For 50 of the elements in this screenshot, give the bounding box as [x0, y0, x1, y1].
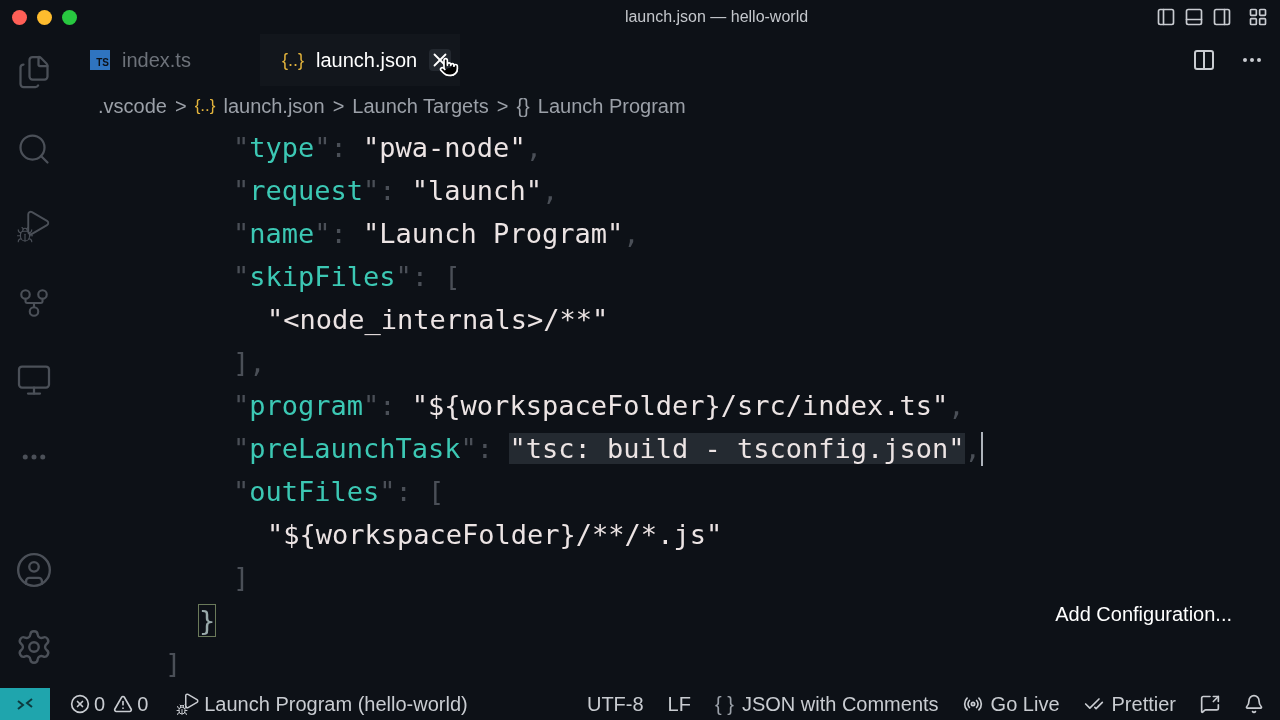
editor-tab[interactable]: TS index.ts — [68, 34, 260, 86]
prettier-button[interactable]: Prettier — [1111, 689, 1176, 719]
status-item[interactable]: LF — [667, 689, 691, 719]
add-configuration-button[interactable]: Add Configuration... — [1055, 593, 1232, 636]
split-editor-icon[interactable] — [1192, 48, 1216, 72]
code-line: } — [199, 604, 216, 638]
minimize-window-button[interactable] — [37, 9, 52, 25]
breadcrumb-separator: > — [174, 94, 187, 119]
toggle-secondary-sidebar-icon[interactable] — [1212, 7, 1232, 27]
broadcast-icon[interactable] — [962, 694, 983, 714]
error-icon[interactable] — [70, 694, 90, 714]
run-debug-icon[interactable] — [176, 692, 201, 716]
code-line: ], — [233, 346, 266, 380]
feedback-icon[interactable] — [1200, 694, 1220, 714]
breadcrumb-item[interactable]: {..} launch.json — [194, 91, 325, 121]
hand-pointer-icon — [439, 57, 460, 77]
remote-button[interactable] — [0, 688, 50, 720]
breadcrumb-separator: > — [332, 94, 345, 119]
code-line: ] — [165, 647, 182, 681]
layout-icon[interactable] — [1248, 7, 1268, 27]
toggle-panel-icon[interactable] — [1184, 7, 1204, 27]
code-line: "<node_internals>/**" — [267, 303, 609, 337]
bell-icon[interactable] — [1244, 694, 1264, 714]
toggle-sidebar-icon[interactable] — [1156, 7, 1176, 27]
language-mode[interactable]: { } JSON with Comments — [714, 689, 939, 719]
code-line: "name": "Launch Program", — [233, 217, 640, 251]
code-line: "program": "${workspaceFolder}/src/index.ts", — [233, 389, 965, 423]
code-line: "type": "pwa-node", — [233, 131, 542, 165]
go-live-button[interactable]: Go Live — [990, 689, 1060, 719]
window-title: launch.json — hello-world — [624, 7, 809, 27]
warning-count[interactable]: 0 — [137, 689, 149, 719]
maximize-window-button[interactable] — [62, 9, 77, 25]
warning-icon[interactable] — [113, 694, 134, 714]
code-line: ] — [233, 561, 250, 595]
code-line: "${workspaceFolder}/**/*.js" — [267, 518, 723, 552]
code-line: "skipFiles": [ — [233, 260, 461, 294]
breadcrumb-item[interactable]: {} Launch Program — [516, 91, 686, 121]
json-file-icon: {..} — [282, 46, 305, 74]
editor-tab[interactable]: {..} launch.json — [260, 34, 460, 86]
code-line: "outFiles": [ — [233, 475, 445, 509]
status-item[interactable]: UTF-8 — [586, 689, 644, 719]
remote-icon — [15, 695, 35, 713]
code-line: "request": "launch", — [233, 174, 559, 208]
breadcrumb-item[interactable]: .vscode — [98, 91, 167, 121]
error-count[interactable]: 0 — [94, 689, 106, 719]
breadcrumb-item[interactable]: Launch Targets — [352, 91, 489, 121]
breadcrumb-separator: > — [496, 94, 509, 119]
debug-launch-status[interactable]: Launch Program (hello-world) — [204, 689, 468, 719]
close-window-button[interactable] — [12, 9, 27, 25]
typescript-file-icon: TS — [90, 50, 110, 70]
